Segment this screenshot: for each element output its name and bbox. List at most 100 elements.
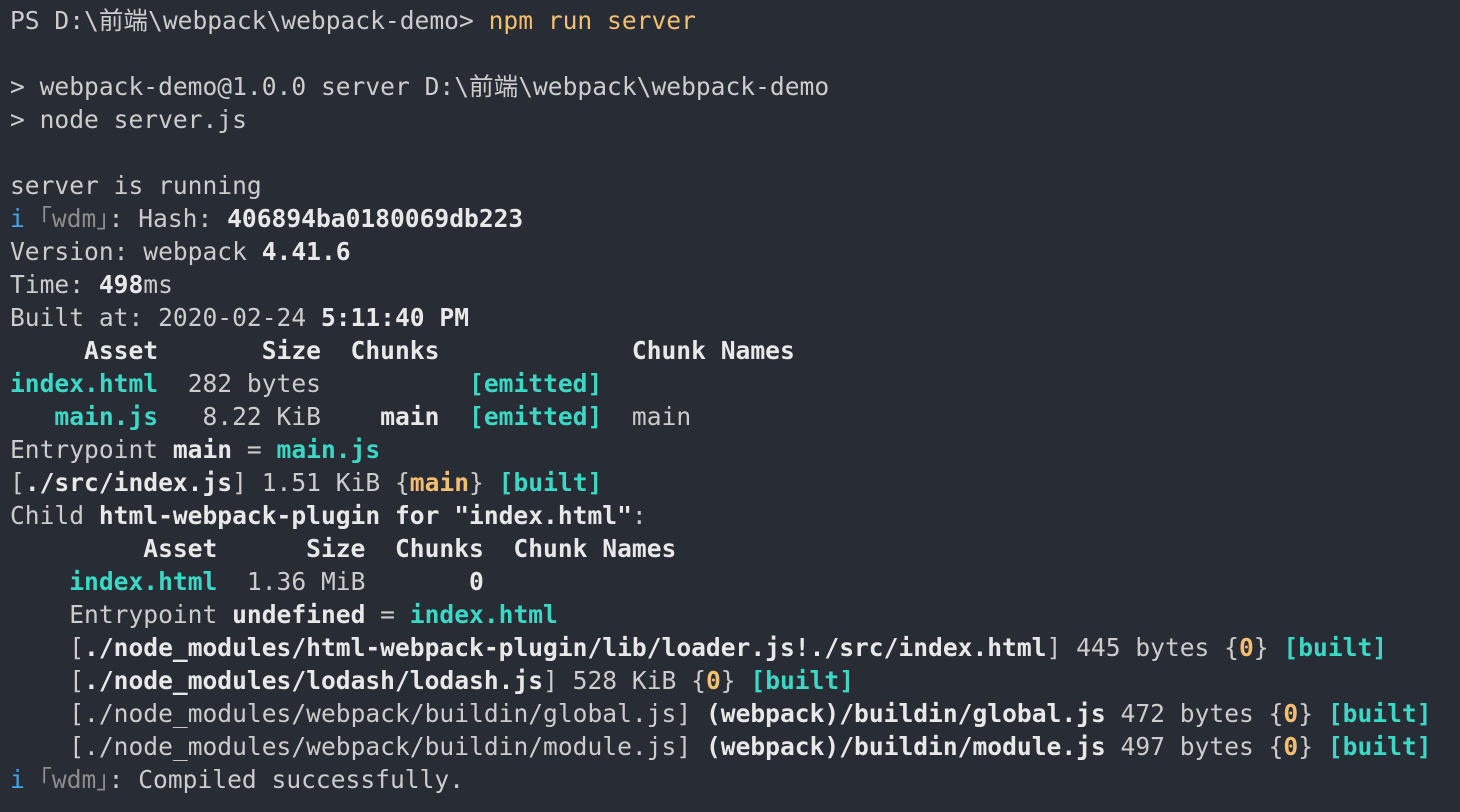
module-status: [built] xyxy=(750,666,855,695)
child-module-line: [./node_modules/html-webpack-plugin/lib/… xyxy=(10,631,1460,664)
time-label: Time: xyxy=(10,270,99,299)
prompt-path: PS D:\前端\webpack\webpack-demo> xyxy=(10,6,489,35)
child-asset-size: 1.36 MiB xyxy=(217,567,470,596)
command-text: npm run server xyxy=(488,6,696,35)
child-asset-chunk: 0 xyxy=(469,567,484,596)
wdm-tag: ｢wdm｣ xyxy=(39,765,109,794)
module-path: ./node_modules/lodash/lodash.js xyxy=(84,666,544,695)
child-module-line: [./node_modules/webpack/buildin/module.j… xyxy=(10,730,1460,763)
info-marker: i xyxy=(10,765,25,794)
asset-status: [emitted] xyxy=(469,402,603,431)
module-path: ./node_modules/webpack/buildin/global.js xyxy=(84,699,677,728)
entrypoint-label: Entrypoint xyxy=(10,435,173,464)
entrypoint-label: Entrypoint xyxy=(10,600,233,629)
asset-chunk-names: main xyxy=(602,402,692,431)
entrypoint-eq: = xyxy=(365,600,410,629)
version-value: 4.41.6 xyxy=(261,237,351,266)
module-chunk: 0 xyxy=(1283,732,1299,761)
time-line: Time: 498ms xyxy=(10,268,1460,301)
built-label: Built at: 2020-02-24 xyxy=(10,303,321,332)
module-path: ./node_modules/html-webpack-plugin/lib/l… xyxy=(84,633,1047,662)
entrypoint-name: undefined xyxy=(232,600,366,629)
padding xyxy=(439,402,469,431)
bracket: ] xyxy=(1046,633,1062,662)
child-asset-name: index.html xyxy=(69,567,218,596)
asset-size: 282 bytes xyxy=(158,369,470,398)
module-chunk: 0 xyxy=(705,666,721,695)
compiled-line: i ｢wdm｣: Compiled successfully. xyxy=(10,763,1460,796)
cursor-line[interactable] xyxy=(10,796,1460,812)
module-status: [built] xyxy=(1327,732,1432,761)
entrypoint-file: main.js xyxy=(276,435,381,464)
script-echo-line: > webpack-demo@1.0.0 server D:\前端\webpac… xyxy=(10,72,830,101)
brace: } xyxy=(469,468,499,497)
asset-table-header: Asset Size Chunks Chunk Names xyxy=(10,336,795,365)
built-time: 5:11:40 PM xyxy=(320,303,470,332)
module-line: [./src/index.js] 1.51 KiB {main} [built] xyxy=(10,466,1460,499)
module-status: [built] xyxy=(498,468,603,497)
module-size: 528 KiB { xyxy=(557,666,706,695)
bracket: ] xyxy=(543,666,558,695)
hash-line: i ｢wdm｣: Hash: 406894ba0180069db223 xyxy=(10,202,1460,235)
brace: } xyxy=(1298,732,1328,761)
entrypoint-file: index.html xyxy=(409,600,558,629)
time-value: 498 xyxy=(98,270,144,299)
version-label: Version: webpack xyxy=(10,237,262,266)
asset-chunk: main xyxy=(380,402,440,431)
child-label: Child xyxy=(10,501,99,530)
bracket: [ xyxy=(10,732,85,761)
asset-row: index.html 282 bytes [emitted] xyxy=(10,367,1460,400)
bracket: [ xyxy=(10,699,85,728)
module-chunk: 0 xyxy=(1238,633,1254,662)
brace: } xyxy=(720,666,751,695)
brace: } xyxy=(1253,633,1284,662)
child-entrypoint-line: Entrypoint undefined = index.html xyxy=(10,598,1460,631)
module-size: ] 1.51 KiB { xyxy=(232,468,410,497)
terminal-window[interactable]: PS D:\前端\webpack\webpack-demo> npm run s… xyxy=(0,0,1460,812)
module-alias: (webpack)/buildin/module.js xyxy=(705,732,1106,761)
hash-value: 406894ba0180069db223 xyxy=(227,204,524,233)
wdm-tag: ｢wdm｣ xyxy=(39,204,109,233)
info-marker: i xyxy=(10,204,25,233)
module-chunk: 0 xyxy=(1283,699,1299,728)
brace: } xyxy=(1298,699,1328,728)
module-alias: (webpack)/buildin/global.js xyxy=(705,699,1106,728)
server-status-line: server is running xyxy=(10,171,262,200)
asset-row: main.js 8.22 KiB main [emitted] main xyxy=(10,400,1460,433)
time-unit: ms xyxy=(143,270,173,299)
module-path: ./src/index.js xyxy=(24,468,233,497)
module-chunk: main xyxy=(409,468,470,497)
child-module-line: [./node_modules/webpack/buildin/global.j… xyxy=(10,697,1460,730)
entrypoint-eq: = xyxy=(232,435,277,464)
asset-name: index.html xyxy=(10,369,159,398)
script-echo-line: > node server.js xyxy=(10,105,247,134)
child-module-line: [./node_modules/lodash/lodash.js] 528 Ki… xyxy=(10,664,1460,697)
module-path: ./node_modules/webpack/buildin/module.js xyxy=(84,732,677,761)
bracket: [ xyxy=(10,633,85,662)
entrypoint-name: main xyxy=(172,435,233,464)
version-line: Version: webpack 4.41.6 xyxy=(10,235,1460,268)
asset-status: [emitted] xyxy=(469,369,603,398)
module-size: 472 bytes { xyxy=(1105,699,1284,728)
child-line: Child html-webpack-plugin for "index.htm… xyxy=(10,499,1460,532)
module-size: 497 bytes { xyxy=(1105,732,1284,761)
asset-size: 8.22 KiB xyxy=(158,402,381,431)
child-asset-row: index.html 1.36 MiB 0 xyxy=(10,565,1460,598)
bracket: [ xyxy=(10,468,25,497)
bracket: ] xyxy=(676,732,706,761)
bracket: ] xyxy=(676,699,706,728)
child-table-header: Asset Size Chunks Chunk Names xyxy=(10,534,677,563)
colon: : xyxy=(631,501,647,530)
hash-label: : Hash: xyxy=(108,204,228,233)
module-size: 445 bytes { xyxy=(1061,633,1239,662)
entrypoint-line: Entrypoint main = main.js xyxy=(10,433,1460,466)
prompt-line: PS D:\前端\webpack\webpack-demo> npm run s… xyxy=(10,4,1460,37)
built-at-line: Built at: 2020-02-24 5:11:40 PM xyxy=(10,301,1460,334)
compiled-message: : Compiled successfully. xyxy=(108,765,465,794)
child-name: html-webpack-plugin for "index.html" xyxy=(98,501,632,530)
asset-name: main.js xyxy=(54,402,159,431)
